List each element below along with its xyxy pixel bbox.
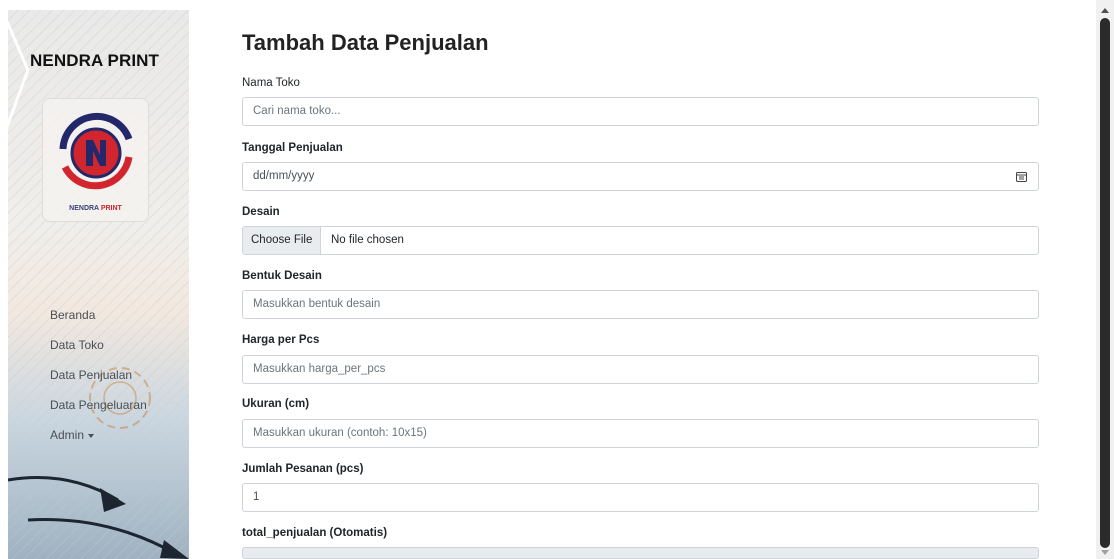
label-bentuk-desain: Bentuk Desain <box>242 270 322 282</box>
logo-caption: NENDRA PRINT <box>69 205 122 212</box>
nama-toko-input[interactable]: Cari nama toko... <box>242 97 1039 126</box>
nav-item-data-pengeluaran[interactable]: Data Pengeluaran <box>50 396 147 426</box>
sidebar: NENDRA PRINT NENDRA PRINT Beranda Data T… <box>8 10 189 559</box>
tanggal-value: dd/mm/yyyy <box>253 170 315 182</box>
nav-item-admin[interactable]: Admin <box>50 426 147 456</box>
caret-down-icon <box>88 433 95 438</box>
scroll-down-icon[interactable] <box>1101 550 1109 555</box>
label-ukuran: Ukuran (cm) <box>242 398 310 410</box>
choose-file-button[interactable]: Choose File <box>243 227 322 254</box>
jumlah-value: 1 <box>253 491 260 503</box>
total-penjualan-input <box>242 547 1039 559</box>
ukuran-input[interactable]: Masukkan ukuran (contoh: 10x15) <box>242 419 1039 448</box>
nav-item-admin-label: Admin <box>50 428 85 442</box>
sidebar-nav: Beranda Data Toko Data Penjualan Data Pe… <box>50 306 147 456</box>
scrollbar-thumb[interactable] <box>1100 18 1110 548</box>
nav-item-data-toko[interactable]: Data Toko <box>50 336 147 366</box>
nav-item-data-penjualan[interactable]: Data Penjualan <box>50 366 147 396</box>
label-jumlah-pesanan: Jumlah Pesanan (pcs) <box>242 463 364 475</box>
harga-per-pcs-input[interactable]: Masukkan harga_per_pcs <box>242 355 1039 384</box>
file-status: No file chosen <box>331 234 404 246</box>
brand-title: NENDRA PRINT <box>30 51 160 70</box>
calendar-icon[interactable] <box>1016 171 1027 182</box>
jumlah-pesanan-input[interactable]: 1 <box>242 483 1039 512</box>
label-total-penjualan: total_penjualan (Otomatis) <box>242 527 388 539</box>
logo-n-icon <box>59 112 133 190</box>
page-title: Tambah Data Penjualan <box>242 30 489 55</box>
chevron-decoration-icon <box>8 20 30 129</box>
brand-logo: NENDRA PRINT <box>42 98 149 222</box>
harga-placeholder: Masukkan harga_per_pcs <box>253 363 386 375</box>
vertical-scrollbar[interactable] <box>1096 0 1114 559</box>
label-harga-per-pcs: Harga per Pcs <box>242 334 320 346</box>
arrows-decoration-icon <box>8 476 189 559</box>
nama-toko-placeholder: Cari nama toko... <box>253 105 341 117</box>
desain-file-input[interactable]: Choose File No file chosen <box>242 226 1039 255</box>
label-desain: Desain <box>242 206 280 218</box>
scroll-up-icon[interactable] <box>1101 8 1109 13</box>
label-nama-toko: Nama Toko <box>242 77 300 89</box>
label-tanggal-penjualan: Tanggal Penjualan <box>242 142 343 154</box>
nav-item-beranda[interactable]: Beranda <box>50 306 147 336</box>
tanggal-penjualan-input[interactable]: dd/mm/yyyy <box>242 162 1039 191</box>
bentuk-desain-input[interactable]: Masukkan bentuk desain <box>242 290 1039 319</box>
bentuk-placeholder: Masukkan bentuk desain <box>253 298 381 310</box>
ukuran-placeholder: Masukkan ukuran (contoh: 10x15) <box>253 427 427 439</box>
